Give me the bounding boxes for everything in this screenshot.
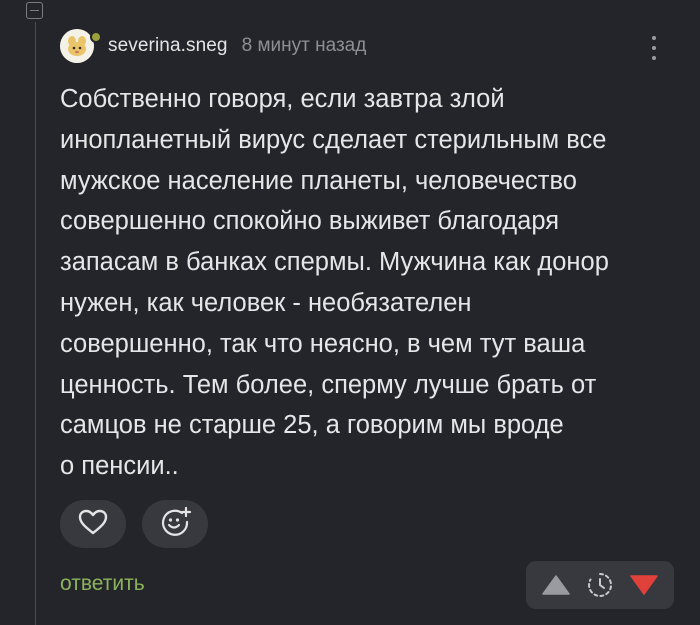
- rating-controls: [526, 561, 674, 609]
- smiley-plus-icon: [158, 505, 192, 544]
- avatar-status-badge: [90, 31, 102, 43]
- collapse-thread-button[interactable]: [26, 2, 43, 19]
- comment-header: severina.sneg 8 минут назад: [60, 28, 366, 64]
- author-username[interactable]: severina.sneg: [108, 35, 228, 57]
- thread-line[interactable]: [35, 22, 36, 625]
- clock-pending-icon: [583, 568, 617, 602]
- avatar[interactable]: [60, 29, 94, 63]
- comment-body: Собственно говоря, если завтра злой иноп…: [60, 85, 609, 481]
- comment-thread: severina.sneg 8 минут назад Собственно г…: [0, 0, 700, 625]
- heart-icon: [78, 509, 108, 540]
- add-reaction-button[interactable]: [142, 500, 208, 548]
- triangle-down-icon[interactable]: [627, 568, 661, 602]
- triangle-up-icon[interactable]: [539, 568, 573, 602]
- comment-timestamp[interactable]: 8 минут назад: [242, 35, 367, 57]
- reply-link[interactable]: ответить: [60, 572, 145, 596]
- like-button[interactable]: [60, 500, 126, 548]
- more-options-icon[interactable]: [644, 33, 664, 63]
